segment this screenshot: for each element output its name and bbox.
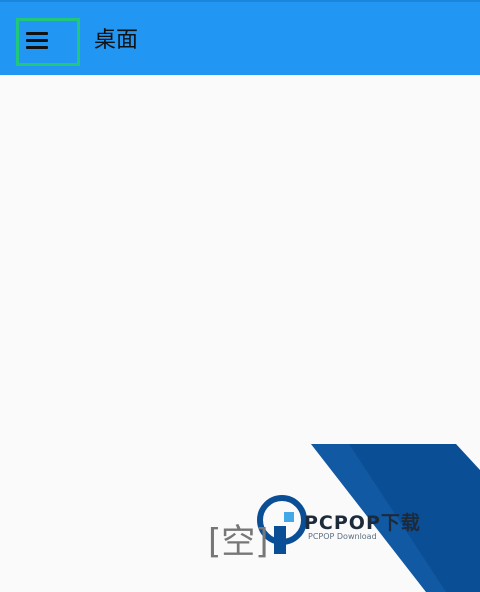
- app-bar: 桌面: [0, 0, 480, 75]
- watermark: [空] PCPOP下载 PCPOP Download: [200, 444, 480, 592]
- watermark-bracket-text: [空]: [208, 522, 269, 562]
- screen: 桌面 [空] PCPOP下载 PCPOP Download: [0, 0, 480, 592]
- menu-button[interactable]: [16, 18, 80, 66]
- watermark-brand: PCPOP下载: [304, 512, 421, 534]
- page-title: 桌面: [94, 28, 139, 53]
- watermark-subtitle: PCPOP Download: [308, 532, 377, 541]
- hamburger-menu-icon: [26, 31, 48, 49]
